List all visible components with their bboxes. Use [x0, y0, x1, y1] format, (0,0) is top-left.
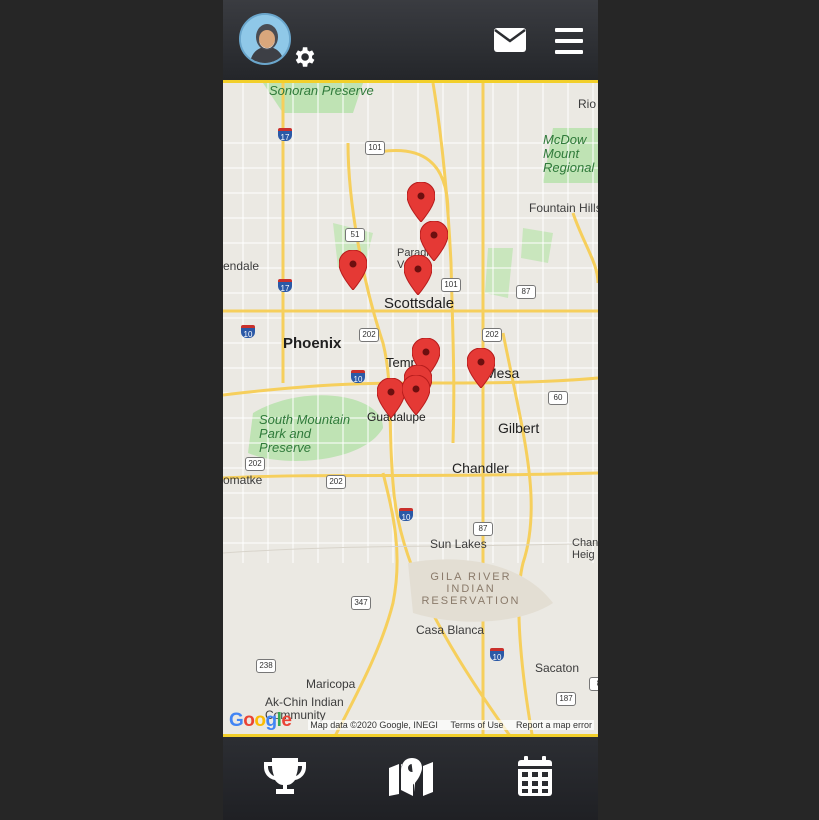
route-shield: 202: [245, 457, 265, 471]
map-marker-icon[interactable]: [387, 756, 433, 796]
envelope-icon[interactable]: [494, 28, 526, 52]
calendar-icon[interactable]: [512, 756, 558, 796]
park-label-mcdowell: McDow Mount Regional: [543, 132, 595, 175]
place-label-phoenix: Phoenix: [283, 335, 342, 352]
place-label-maricopa: Maricopa: [306, 677, 356, 691]
hamburger-menu-icon[interactable]: [555, 28, 583, 54]
bottom-nav: [223, 737, 598, 820]
route-shield: 8: [589, 677, 598, 691]
place-label-chandler-heights: Chan Heig: [572, 537, 598, 561]
place-label-sacaton: Sacaton: [535, 661, 580, 675]
route-shield: 202: [482, 328, 502, 342]
place-label-sun-lakes: Sun Lakes: [430, 537, 487, 551]
attribution-data: Map data ©2020 Google, INEGI: [310, 720, 438, 730]
route-shield: 10: [490, 648, 504, 662]
route-shield: 187: [556, 692, 576, 706]
route-shield: 202: [326, 475, 346, 489]
route-shield: 10: [399, 508, 413, 522]
route-shield: 10: [241, 325, 255, 339]
google-logo[interactable]: Google: [229, 710, 292, 732]
route-shield: 51: [345, 228, 365, 242]
place-label-chandler: Chandler: [452, 460, 509, 476]
user-avatar[interactable]: [239, 13, 291, 65]
place-label-gilbert: Gilbert: [498, 420, 540, 436]
route-shield: 347: [351, 596, 371, 610]
map-pin[interactable]: [404, 255, 432, 295]
route-shield: 87: [516, 285, 536, 299]
route-shield: 101: [441, 278, 461, 292]
map-pin[interactable]: [339, 250, 367, 290]
route-shield: 101: [365, 141, 385, 155]
place-label-fountain-hills: Fountain Hills: [529, 201, 598, 215]
park-label-south-mountain: South Mountain Park and Preserve: [259, 412, 351, 455]
place-label-glendale: endale: [223, 259, 260, 273]
top-bar: [223, 0, 598, 80]
place-label-scottsdale: Scottsdale: [384, 295, 455, 312]
map-pin[interactable]: [467, 348, 495, 388]
map-pin[interactable]: [377, 378, 405, 418]
report-map-error-link[interactable]: Report a map error: [516, 720, 592, 730]
route-shield: 17: [278, 279, 292, 293]
route-shield: 17: [278, 128, 292, 142]
place-label-tolleson: omatke: [223, 473, 263, 487]
map-attribution: Map data ©2020 Google, INEGI Terms of Us…: [308, 720, 594, 730]
place-label-casa-blanca: Casa Blanca: [416, 623, 485, 637]
app-screen: Sonoran Preserve McDow Mount Regional So…: [223, 0, 598, 820]
map-pin[interactable]: [402, 375, 430, 415]
map-pin[interactable]: [407, 182, 435, 222]
terms-of-use-link[interactable]: Terms of Use: [450, 720, 503, 730]
route-shield: 202: [359, 328, 379, 342]
route-shield: 238: [256, 659, 276, 673]
route-shield: 87: [473, 522, 493, 536]
park-label-sonoran: Sonoran Preserve: [269, 83, 374, 98]
route-shield: 60: [548, 391, 568, 405]
map-view[interactable]: Sonoran Preserve McDow Mount Regional So…: [223, 80, 598, 737]
place-label-rio: Rio: [578, 97, 597, 111]
route-shield: 10: [351, 370, 365, 384]
reservation-label-gila-river: GILA RIVER INDIAN RESERVATION: [421, 571, 521, 607]
trophy-icon[interactable]: [262, 756, 308, 796]
gear-icon[interactable]: [291, 44, 317, 70]
